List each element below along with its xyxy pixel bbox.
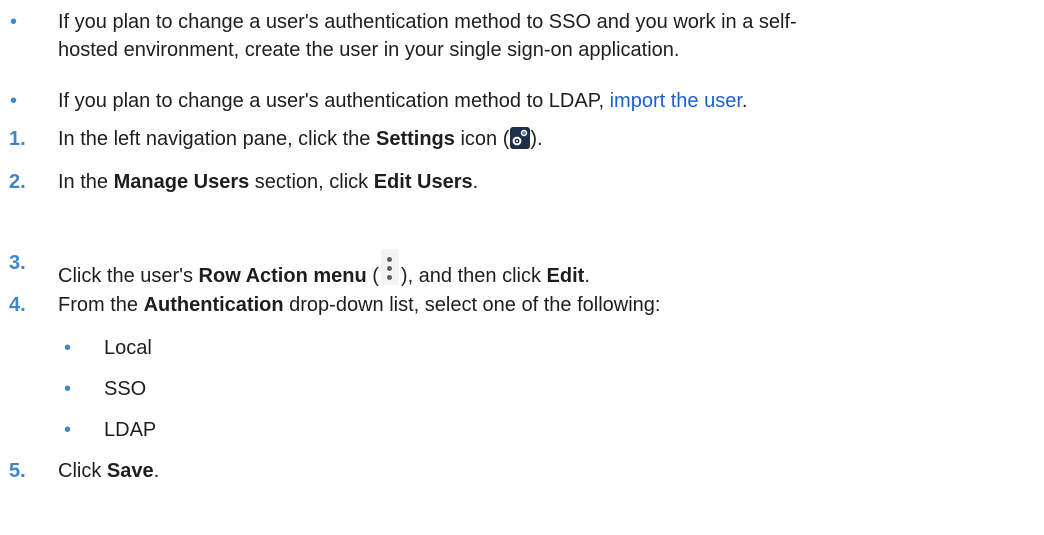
step-number: 4. [9, 294, 26, 316]
edit-label: Edit [546, 265, 585, 287]
bullet-marker: • [10, 90, 18, 112]
bullet-text-line-2: hosted environment, create the user in y… [58, 39, 680, 61]
row-action-menu-label: Row Action menu [198, 265, 367, 287]
option-label: SSO [104, 378, 147, 400]
step-text: Click the user's Row Action menu (), and… [58, 249, 590, 290]
step-number: 1. [9, 128, 26, 150]
step-number: 5. [9, 460, 26, 482]
bullet-text: If you plan to change a user's authentic… [58, 90, 748, 112]
settings-gear-icon [510, 127, 531, 149]
option-label: Local [104, 337, 152, 359]
manage-users-label: Manage Users [113, 171, 250, 193]
import-user-link[interactable]: import the user [610, 90, 742, 112]
bullet-item-sso: • If you plan to change a user's authent… [0, 8, 1044, 68]
save-label: Save [106, 460, 154, 482]
settings-label: Settings [375, 128, 455, 150]
step-number: 3. [9, 252, 26, 274]
bullet-text-line-1: If you plan to change a user's authentic… [58, 11, 797, 33]
kebab-menu-icon [380, 249, 399, 285]
step-text: Click Save. [58, 460, 160, 482]
authentication-label: Authentication [143, 294, 284, 316]
step-text: From the Authentication drop-down list, … [58, 294, 661, 316]
step-number: 2. [9, 171, 26, 193]
option-label: LDAP [104, 419, 157, 441]
step-text: In the Manage Users section, click Edit … [58, 171, 479, 193]
step-text: In the left navigation pane, click the S… [58, 127, 543, 150]
edit-users-label: Edit Users [373, 171, 473, 193]
bullet-marker: • [10, 11, 18, 33]
